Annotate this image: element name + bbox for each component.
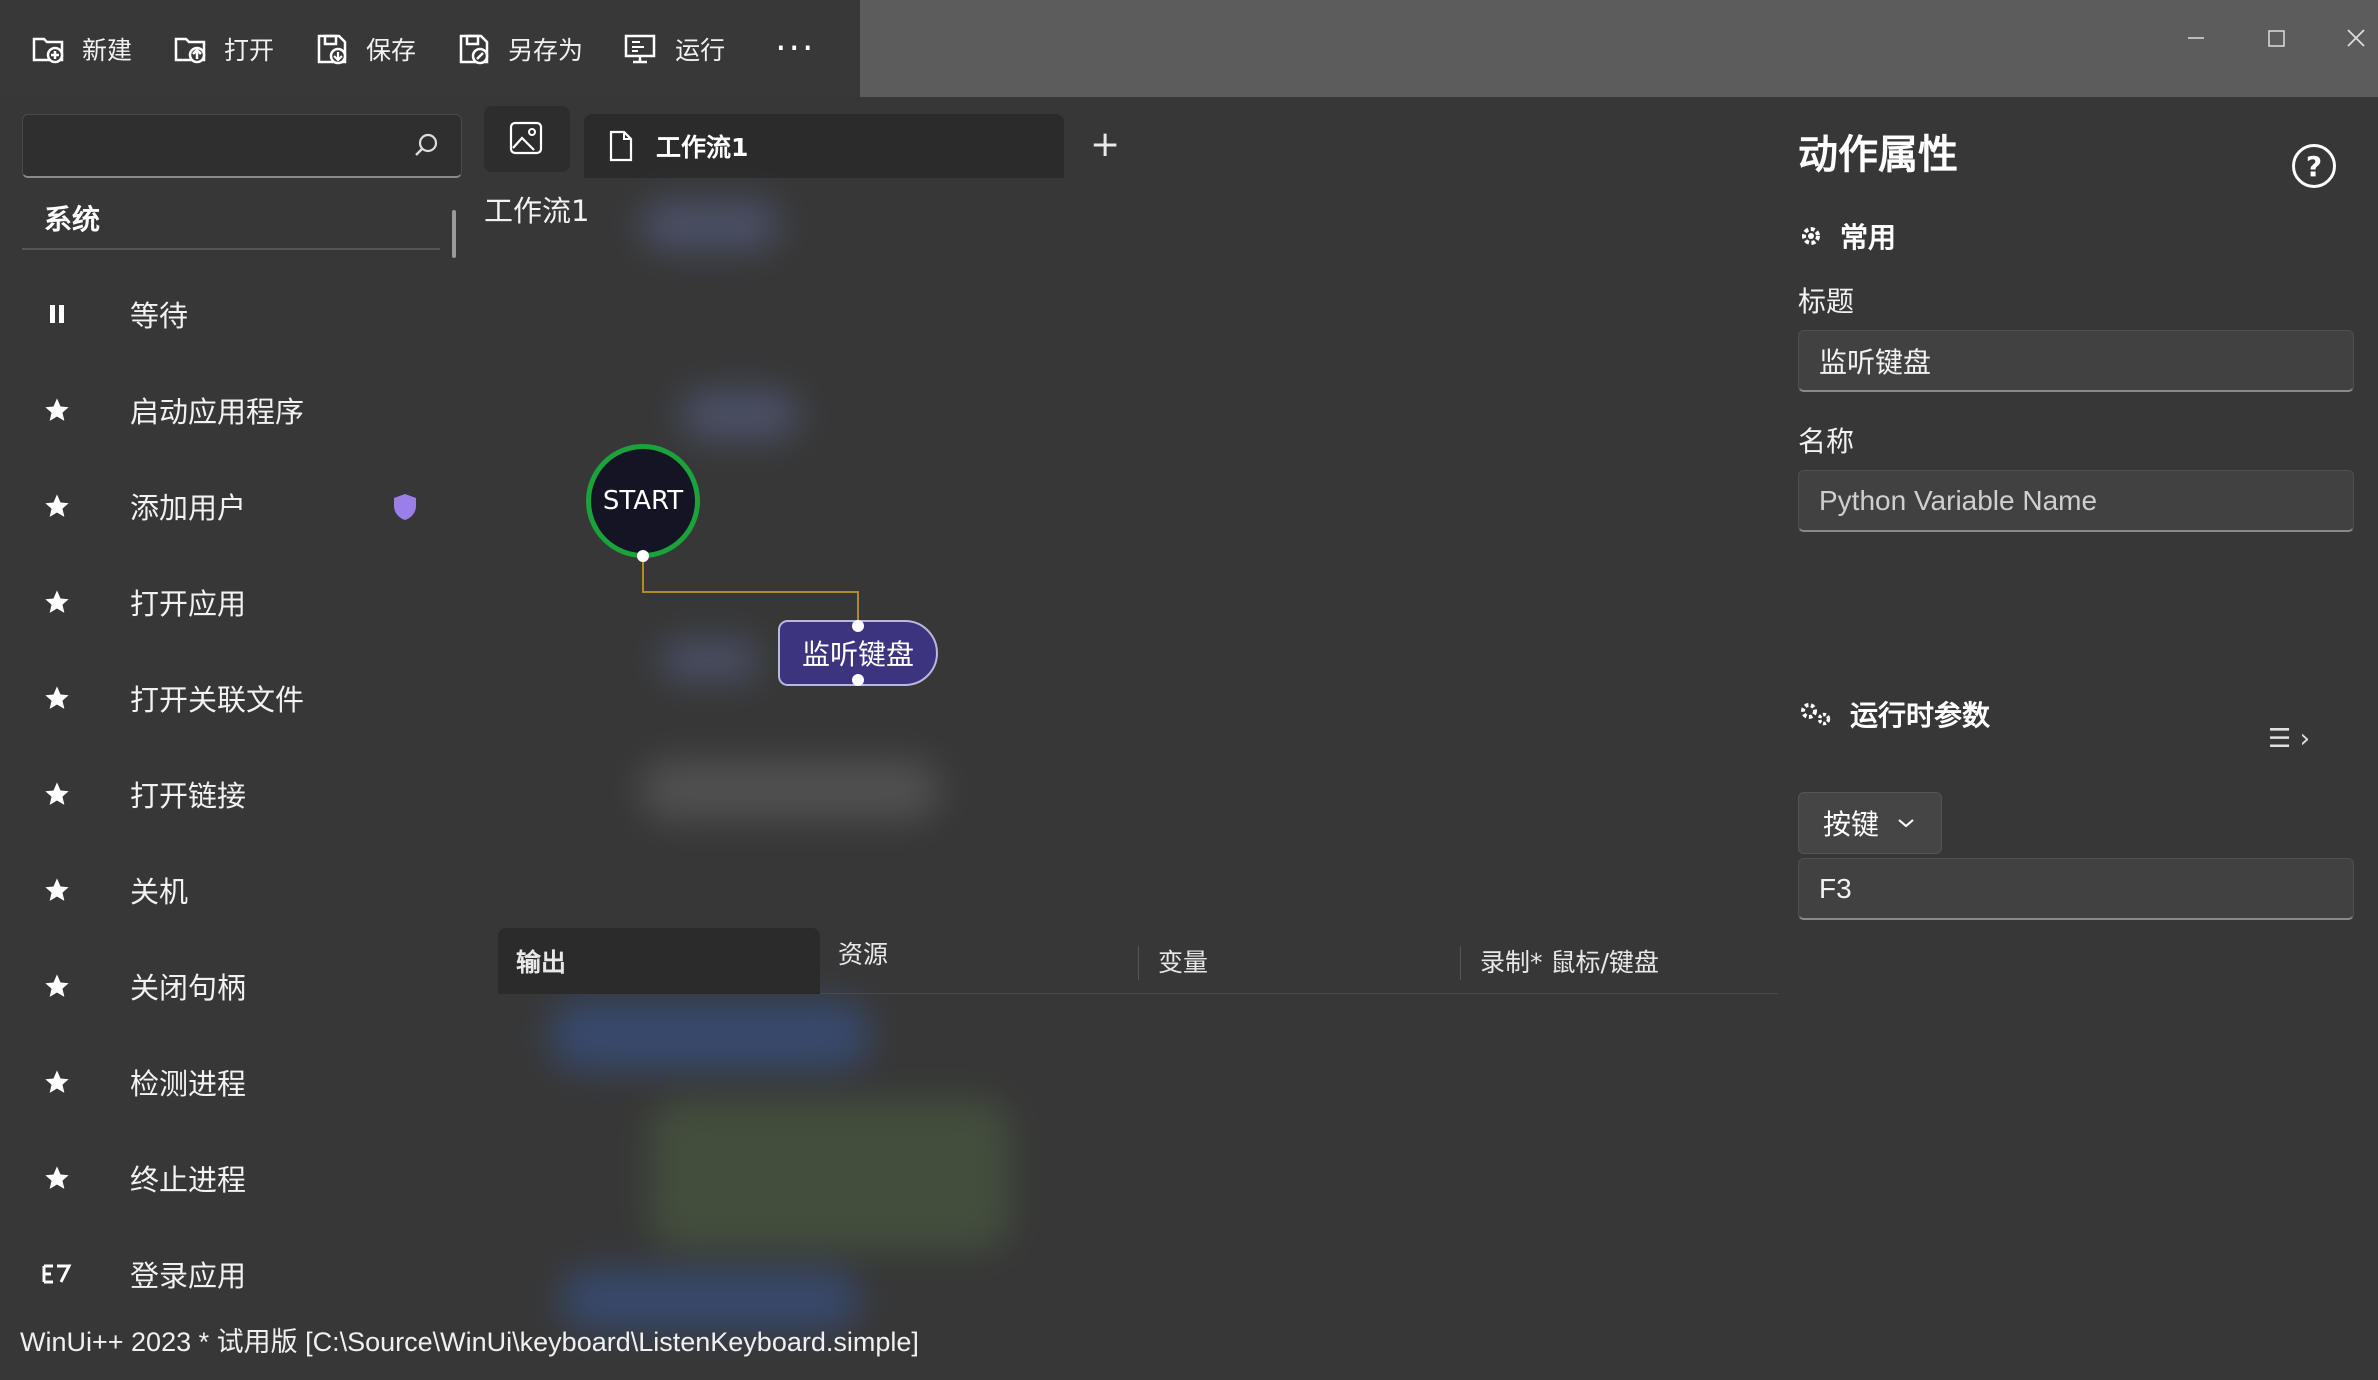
tab-divider	[1138, 946, 1139, 980]
gears-icon	[1801, 703, 1831, 726]
section-common-label: 常用	[1840, 221, 1897, 254]
tab-output[interactable]: 输出	[498, 928, 820, 994]
key-input[interactable]: F3	[1798, 858, 2354, 920]
tab-divider	[1460, 946, 1461, 980]
gear-icon	[1802, 227, 1820, 245]
key-dropdown-value: 按键	[1823, 808, 1880, 841]
title-input[interactable]: 监听键盘	[1798, 330, 2354, 392]
chevron-down-icon	[1898, 819, 1914, 828]
connector-line	[642, 556, 859, 626]
status-bar: WinUi++ 2023 * 试用版 [C:\Source\WinUi\keyb…	[20, 1327, 919, 1357]
start-node[interactable]: START	[586, 444, 700, 558]
key-dropdown[interactable]: 按键	[1798, 792, 1942, 854]
node-output-port[interactable]	[852, 674, 864, 686]
bottom-tabs: 输出 资源 变量 录制* 鼠标/键盘	[498, 928, 1778, 994]
title-label: 标题	[1798, 285, 1855, 318]
section-runtime-label: 运行时参数	[1850, 699, 1991, 732]
name-input[interactable]: Python Variable Name	[1798, 470, 2354, 532]
tab-variables[interactable]: 变量	[1158, 928, 1208, 994]
list-view-icon[interactable]: ☰ ›	[2268, 724, 2310, 754]
name-label: 名称	[1798, 425, 1855, 458]
start-output-port[interactable]	[637, 550, 649, 562]
section-common[interactable]: 常用	[1798, 216, 1896, 256]
node-input-port[interactable]	[852, 620, 864, 632]
tab-record[interactable]: 录制* 鼠标/键盘	[1480, 928, 1659, 994]
properties-title: 动作属性	[1798, 132, 1958, 178]
section-runtime[interactable]: 运行时参数	[1798, 694, 1990, 734]
tab-resources[interactable]: 资源	[838, 920, 888, 986]
help-icon[interactable]: ?	[2292, 144, 2336, 188]
